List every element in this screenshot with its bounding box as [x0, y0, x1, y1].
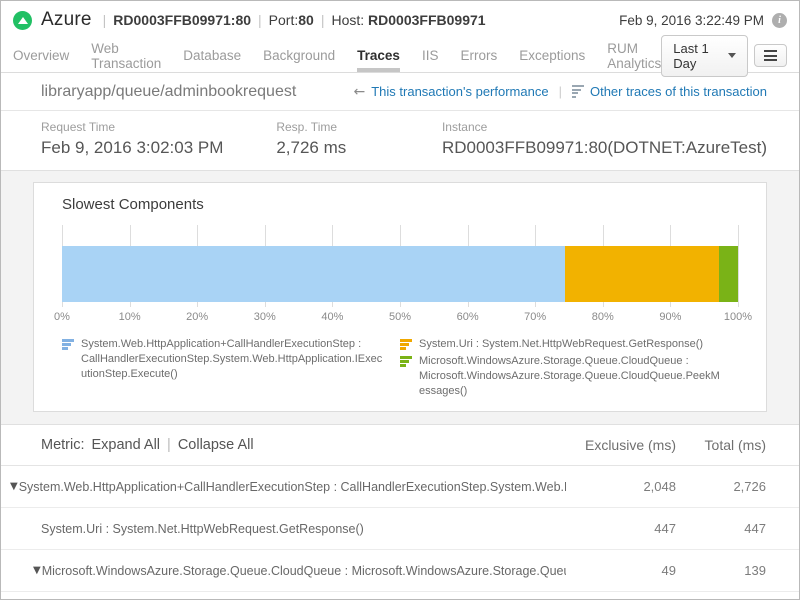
- breadcrumb-separator: |: [258, 12, 262, 28]
- chart-title: Slowest Components: [62, 196, 738, 213]
- breadcrumb-separator: |: [321, 12, 325, 28]
- tab-web-transaction[interactable]: Web Transaction: [91, 39, 161, 72]
- current-timestamp: Feb 9, 2016 3:22:49 PM: [619, 13, 764, 28]
- instance-value: RD0003FFB09971:80(DOTNET:AzureTest): [442, 138, 767, 158]
- bar-segment[interactable]: [62, 246, 565, 302]
- axis-tick-label: 90%: [659, 311, 681, 323]
- table-row[interactable]: System.Uri : System.Net.HttpWebRequest.G…: [1, 592, 799, 600]
- axis-tick-label: 0%: [54, 311, 70, 323]
- link-other-traces[interactable]: Other traces of this transaction: [572, 84, 767, 99]
- expand-all-link[interactable]: Expand All: [92, 437, 161, 453]
- resp-time-value: 2,726 ms: [276, 138, 442, 158]
- tab-errors[interactable]: Errors: [460, 39, 497, 72]
- axis-tick-label: 30%: [254, 311, 276, 323]
- time-range-dropdown[interactable]: Last 1 Day: [661, 35, 748, 77]
- slowest-components-card: Slowest Components 0% 10% 20% 30% 40% 50% 60% 7…: [33, 182, 767, 412]
- chart-axis: 0%10%20%30%40%50%60%70%80%90%100%: [62, 311, 738, 328]
- table-row[interactable]: ▼ System.Web.HttpApplication+CallHandler…: [1, 466, 799, 508]
- tab-background[interactable]: Background: [263, 39, 335, 72]
- tab-rum-analytics[interactable]: RUM Analytics: [607, 39, 661, 72]
- hamburger-icon: [764, 50, 777, 52]
- collapse-all-link[interactable]: Collapse All: [178, 437, 254, 453]
- transaction-title: libraryapp/queue/adminbookrequest: [41, 83, 296, 101]
- axis-tick-label: 50%: [389, 311, 411, 323]
- trace-summary: Request Time Feb 9, 2016 3:02:03 PM Resp…: [1, 111, 799, 171]
- request-time-label: Request Time: [41, 120, 276, 134]
- tab-iis[interactable]: IIS: [422, 39, 439, 72]
- metric-table-header: Metric: Expand All | Collapse All Exclus…: [1, 425, 799, 466]
- chart-legend: System.Web.HttpApplication+CallHandlerEx…: [62, 337, 738, 401]
- bar-chart-icon: [400, 356, 412, 399]
- bar-segment[interactable]: [719, 246, 738, 302]
- breadcrumb-port: Port:80: [269, 12, 314, 28]
- breadcrumb-host: Host: RD0003FFB09971: [331, 12, 485, 28]
- metric-label: Metric:: [41, 437, 85, 453]
- header-separator: |: [167, 437, 171, 453]
- top-header: Azure | RD0003FFB09971:80 | Port:80 | Ho…: [1, 1, 799, 39]
- axis-tick-label: 70%: [524, 311, 546, 323]
- bar-segment[interactable]: [565, 246, 719, 302]
- menu-button[interactable]: [754, 44, 787, 67]
- axis-tick-label: 40%: [321, 311, 343, 323]
- gridline: [738, 225, 739, 307]
- trace-list-icon: [572, 85, 584, 98]
- chart-section: Slowest Components 0% 10% 20% 30% 40% 50% 60% 7…: [1, 171, 799, 425]
- axis-tick-label: 80%: [592, 311, 614, 323]
- column-header-exclusive: Exclusive (ms): [566, 437, 676, 453]
- tab-overview[interactable]: Overview: [13, 39, 69, 72]
- axis-tick-label: 60%: [457, 311, 479, 323]
- request-time-value: Feb 9, 2016 3:02:03 PM: [41, 138, 276, 158]
- chevron-down-icon: [728, 53, 736, 58]
- legend-item-http-application: System.Web.HttpApplication+CallHandlerEx…: [62, 337, 386, 382]
- axis-tick-label: 20%: [186, 311, 208, 323]
- chart-plot: [62, 225, 738, 307]
- tab-database[interactable]: Database: [183, 39, 241, 72]
- collapse-caret-icon[interactable]: ▼: [10, 481, 18, 492]
- stacked-bar: [62, 246, 738, 302]
- breadcrumb-separator: |: [103, 12, 107, 28]
- legend-item-cloud-queue: Microsoft.WindowsAzure.Storage.Queue.Clo…: [400, 354, 724, 399]
- axis-tick-label: 10%: [119, 311, 141, 323]
- table-row[interactable]: ▼ Microsoft.WindowsAzure.Storage.Queue.C…: [1, 550, 799, 592]
- info-icon[interactable]: i: [772, 13, 787, 28]
- column-header-total: Total (ms): [676, 437, 766, 453]
- collapse-caret-icon[interactable]: ▼: [33, 565, 41, 576]
- tab-traces[interactable]: Traces: [357, 39, 400, 72]
- bar-chart-icon: [62, 339, 74, 382]
- link-separator: |: [559, 84, 562, 99]
- breadcrumb-instance: RD0003FFB09971:80: [113, 12, 251, 28]
- left-arrow-icon: ←: [354, 84, 366, 100]
- table-row[interactable]: System.Uri : System.Net.HttpWebRequest.G…: [1, 508, 799, 550]
- tab-exceptions[interactable]: Exceptions: [519, 39, 585, 72]
- tab-bar: Overview Web Transaction Database Backgr…: [1, 39, 799, 73]
- instance-label: Instance: [442, 120, 767, 134]
- app-name[interactable]: Azure: [41, 9, 92, 31]
- axis-tick-label: 100%: [724, 311, 752, 323]
- health-status-icon: [13, 11, 32, 30]
- resp-time-label: Resp. Time: [276, 120, 442, 134]
- link-transaction-performance[interactable]: ← This transaction's performance: [354, 84, 549, 100]
- transaction-title-row: libraryapp/queue/adminbookrequest ← This…: [1, 73, 799, 111]
- app-window: Azure | RD0003FFB09971:80 | Port:80 | Ho…: [0, 0, 800, 600]
- bar-chart-icon: [400, 339, 412, 352]
- legend-item-system-uri: System.Uri : System.Net.HttpWebRequest.G…: [400, 337, 724, 352]
